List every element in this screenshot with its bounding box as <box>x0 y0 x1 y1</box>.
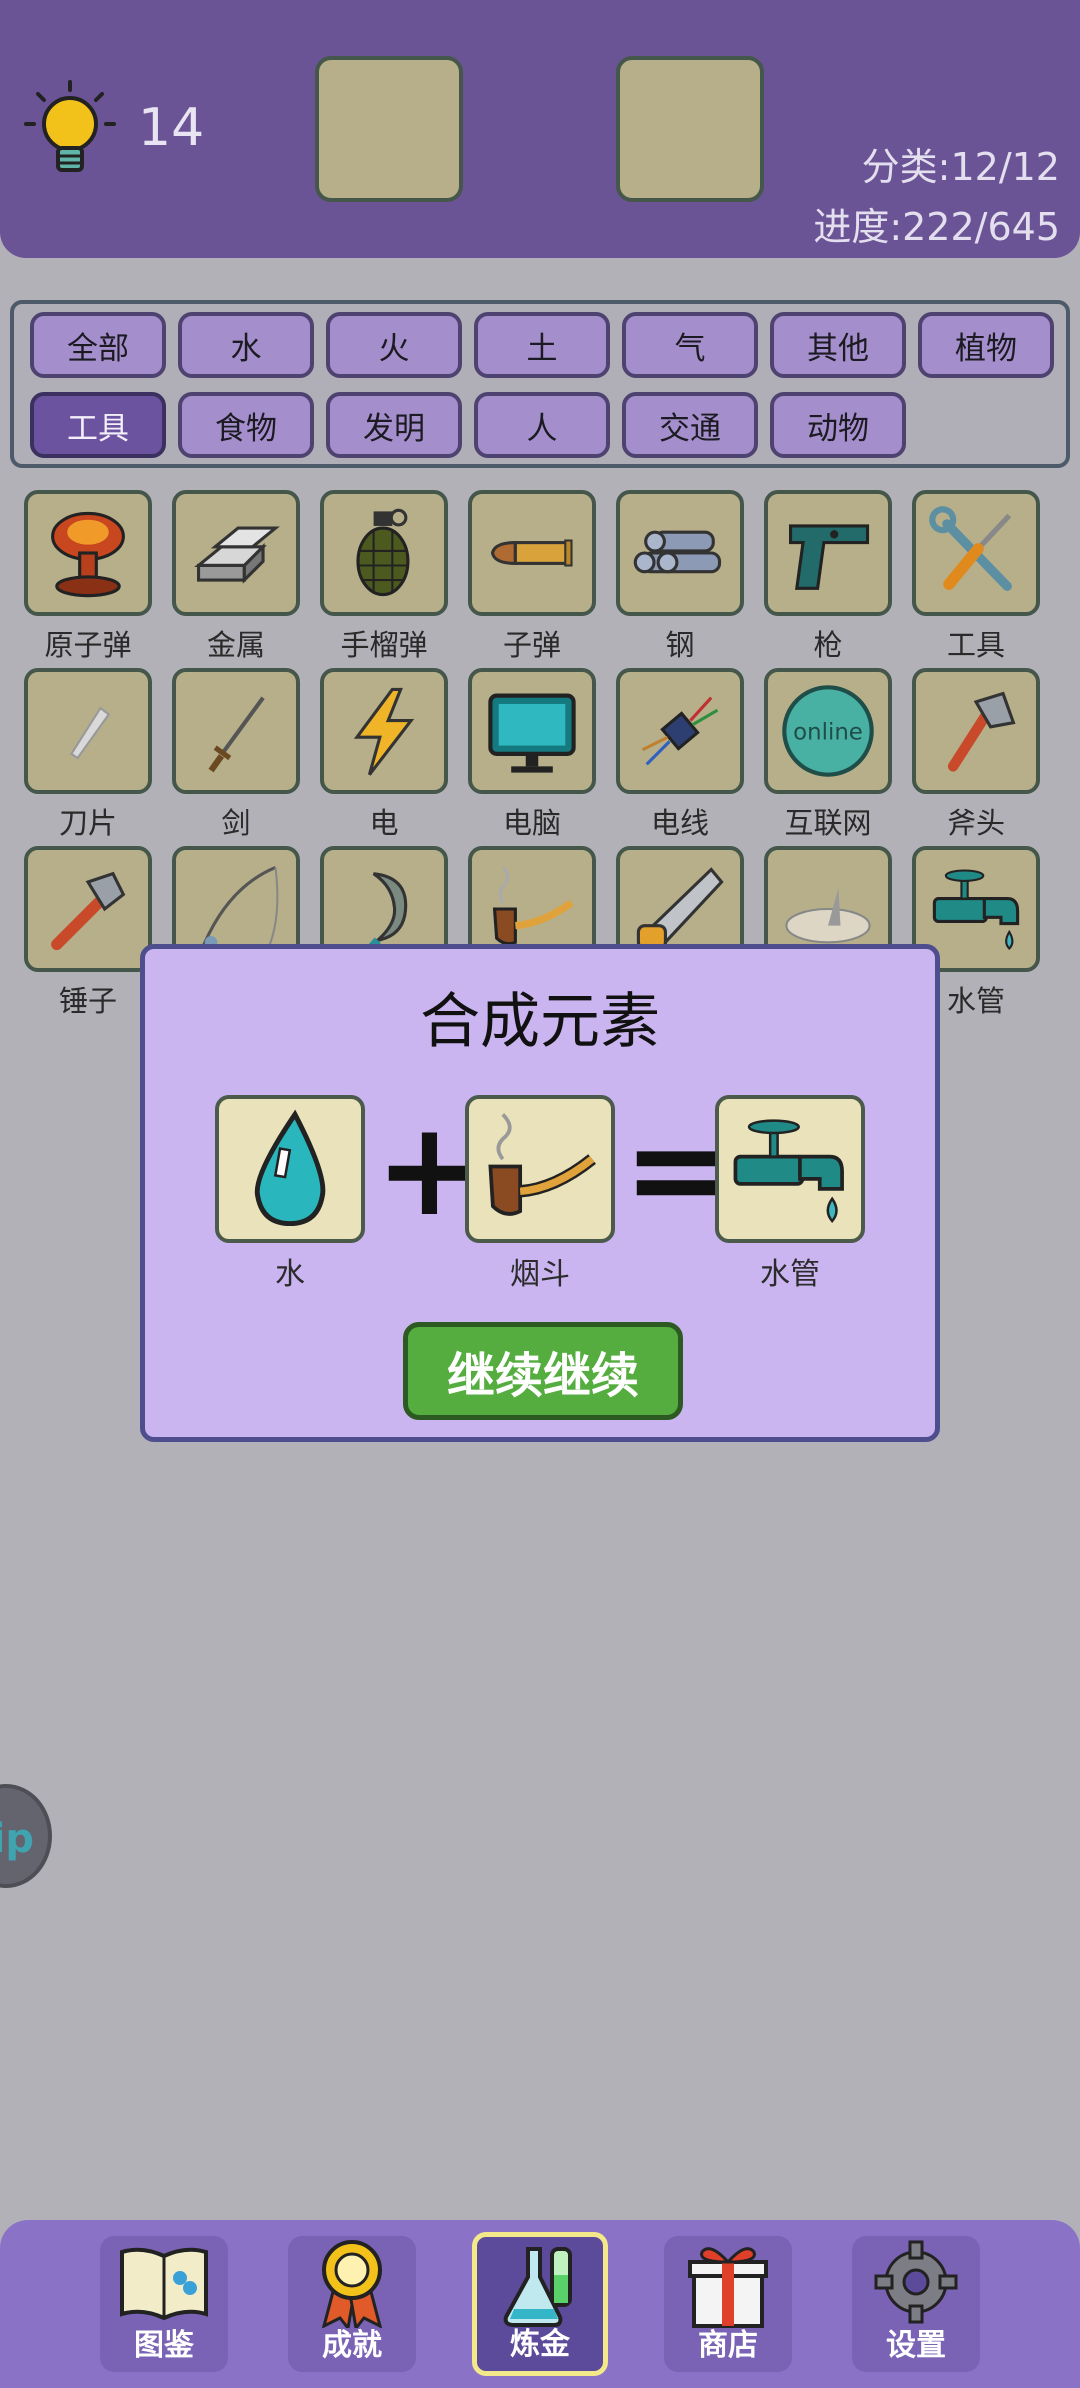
element-label: 剑 <box>221 806 251 840</box>
element-label: 互联网 <box>784 806 872 840</box>
nav-item-settings[interactable]: 设置 <box>852 2236 980 2372</box>
element-internet[interactable]: online 互联网 <box>764 668 892 842</box>
hammer-icon <box>51 871 126 951</box>
nav-item-encyclopedia[interactable]: 图鉴 <box>100 2236 228 2372</box>
element-label: 电线 <box>650 806 709 840</box>
filter-chip-earth[interactable]: 土 <box>474 312 610 378</box>
filter-chip-all[interactable]: 全部 <box>30 312 166 378</box>
recipe-input-1-label: 水 <box>275 1257 305 1292</box>
steel-pipes-icon <box>633 530 722 574</box>
filter-chip-air[interactable]: 气 <box>622 312 758 378</box>
filter-chip-transport[interactable]: 交通 <box>622 392 758 458</box>
nav-label: 成就 <box>322 2328 382 2363</box>
filter-chip-fire[interactable]: 火 <box>326 312 462 378</box>
element-label: 斧头 <box>946 806 1005 840</box>
filter-chip-food[interactable]: 食物 <box>178 392 314 458</box>
filter-chip-human[interactable]: 人 <box>474 392 610 458</box>
filter-chip-plant[interactable]: 植物 <box>918 312 1054 378</box>
combine-slot-1[interactable] <box>315 56 463 202</box>
element-label: 原子弹 <box>44 628 132 662</box>
recipe-result <box>715 1095 865 1243</box>
element-grenade[interactable]: 手榴弹 <box>320 490 448 664</box>
element-blade[interactable]: 刀片 <box>24 668 152 842</box>
category-filter-panel: 全部 水 火 土 气 其他 植物 工具 食物 发明 人 交通 动物 <box>10 300 1070 468</box>
combine-slot-2[interactable] <box>616 56 764 202</box>
element-electricity[interactable]: 电 <box>320 668 448 842</box>
side-tab[interactable]: ip <box>0 1784 52 1888</box>
element-label: 工具 <box>946 628 1005 662</box>
grenade-icon <box>356 508 410 597</box>
gear-icon <box>874 2240 958 2324</box>
element-hammer[interactable]: 锤子 <box>24 846 152 1020</box>
wires-icon <box>641 696 719 766</box>
element-label: 子弹 <box>502 628 561 662</box>
combine-result-modal: 合成元素 水 + 烟斗 = 水管 继续继续 <box>140 944 940 1442</box>
faucet-icon <box>733 1119 844 1223</box>
recipe-result-label: 水管 <box>760 1257 820 1292</box>
blade-icon <box>69 706 111 760</box>
recipe-input-1 <box>215 1095 365 1243</box>
element-axe[interactable]: 斧头 <box>912 668 1040 842</box>
element-atomic-bomb[interactable]: 原子弹 <box>24 490 152 664</box>
element-wire[interactable]: 电线 <box>616 668 744 842</box>
metal-ingots-icon <box>194 526 280 584</box>
axe-icon <box>947 691 1016 772</box>
modal-title: 合成元素 <box>420 987 660 1057</box>
element-label: 电脑 <box>502 806 561 840</box>
nav-label: 炼金 <box>510 2327 570 2362</box>
lightbulb-icon[interactable] <box>22 80 118 180</box>
faucet-icon <box>932 869 1020 950</box>
element-label: 手榴弹 <box>340 628 428 662</box>
pipe-icon <box>488 1113 596 1216</box>
medal-icon <box>321 2240 383 2328</box>
nav-item-achievements[interactable]: 成就 <box>288 2236 416 2372</box>
nav-label: 图鉴 <box>134 2328 194 2363</box>
filter-chip-other[interactable]: 其他 <box>770 312 906 378</box>
mushroom-cloud-icon <box>51 511 125 598</box>
online-icon: online <box>782 685 874 777</box>
progress-stat: 进度:222/645 <box>813 205 1060 249</box>
header-bar: 14 分类:12/12 进度:222/645 <box>0 0 1080 258</box>
filter-chip-water[interactable]: 水 <box>178 312 314 378</box>
monitor-icon <box>488 693 576 773</box>
recipe-input-2 <box>465 1095 615 1243</box>
hint-count: 14 <box>138 98 205 158</box>
wrench-screwdriver-icon <box>929 506 1012 591</box>
filter-chip-tools[interactable]: 工具 <box>30 392 166 458</box>
element-tools[interactable]: 工具 <box>912 490 1040 664</box>
recipe-input-2-label: 烟斗 <box>510 1257 570 1292</box>
filter-chip-animal[interactable]: 动物 <box>770 392 906 458</box>
element-label: 电 <box>369 806 399 840</box>
bullet-icon <box>490 539 573 567</box>
element-sword[interactable]: 剑 <box>172 668 300 842</box>
nav-label: 商店 <box>698 2328 758 2363</box>
element-label: 刀片 <box>58 806 117 840</box>
bottom-nav: 图鉴 成就 炼金 商店 设置 <box>0 2220 1080 2388</box>
continue-button[interactable]: 继续继续 <box>403 1322 683 1420</box>
book-icon <box>120 2247 208 2321</box>
element-label: 金属 <box>206 628 265 662</box>
element-bullet[interactable]: 子弹 <box>468 490 596 664</box>
gift-icon <box>688 2247 768 2328</box>
element-label: 枪 <box>813 628 843 662</box>
element-label: 钢 <box>665 628 695 662</box>
nav-label: 设置 <box>886 2328 946 2363</box>
flask-icon <box>503 2247 572 2327</box>
element-computer[interactable]: 电脑 <box>468 668 596 842</box>
filter-chip-invention[interactable]: 发明 <box>326 392 462 458</box>
pistol-icon <box>789 524 870 590</box>
element-gun[interactable]: 枪 <box>764 490 892 664</box>
sword-icon <box>208 696 265 773</box>
category-stat: 分类:12/12 <box>861 145 1060 189</box>
element-steel[interactable]: 钢 <box>616 490 744 664</box>
element-metal[interactable]: 金属 <box>172 490 300 664</box>
lightning-icon <box>353 687 415 776</box>
nav-item-alchemy[interactable]: 炼金 <box>472 2232 608 2376</box>
svg-text:online: online <box>793 719 863 745</box>
water-drop-icon <box>254 1109 326 1227</box>
nav-item-shop[interactable]: 商店 <box>664 2236 792 2372</box>
side-tab-text: ip <box>0 1816 34 1862</box>
